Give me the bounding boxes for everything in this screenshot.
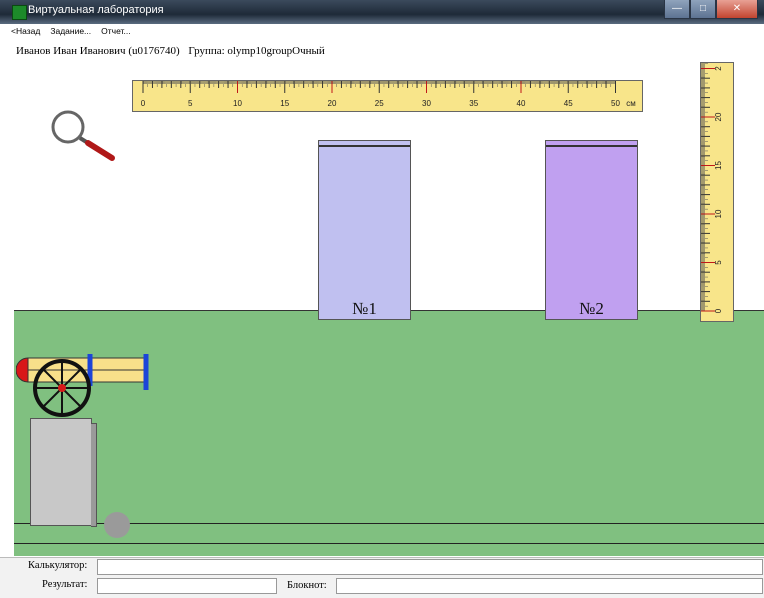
maximize-button[interactable]: □ [690, 0, 716, 19]
menu-bar: <Назад Задание... Отчет... [10, 26, 132, 42]
horizontal-ruler-unit: см [626, 99, 636, 108]
vertical-ruler-label: 2 [714, 66, 723, 71]
menu-task[interactable]: Задание... [49, 26, 92, 42]
horizontal-ruler-label: 5 [188, 99, 193, 108]
lab-scene: 0 5 10 15 20 25 30 35 40 45 50 см 0 5 10 15 20 2 №1 №2 [14, 62, 764, 557]
horizontal-ruler-label: 25 [375, 99, 384, 108]
user-name: Иванов Иван Иванович (u0176740) [16, 45, 180, 57]
result-field [97, 578, 277, 594]
cylinder-1[interactable]: №1 [318, 140, 411, 320]
cylinder-1-label: №1 [352, 299, 377, 318]
horizontal-ruler[interactable]: 0 5 10 15 20 25 30 35 40 45 50 см [132, 80, 643, 112]
cylinder-2-label: №2 [579, 299, 604, 318]
horizontal-ruler-label: 10 [233, 99, 242, 108]
cylinder-2[interactable]: №2 [545, 140, 638, 320]
horizontal-ruler-label: 35 [469, 99, 478, 108]
vertical-ruler[interactable]: 0 5 10 15 20 2 [700, 62, 734, 322]
vertical-ruler-label: 0 [714, 308, 723, 313]
calculator-label: Калькулятор: [28, 560, 88, 571]
horizontal-ruler-label: 50 [611, 99, 620, 108]
notepad-input[interactable] [336, 578, 763, 594]
menu-back[interactable]: <Назад [10, 26, 41, 42]
window-controls: — □ ✕ [664, 0, 758, 20]
cylinder-2-lip [546, 145, 637, 147]
horizontal-ruler-label: 30 [422, 99, 431, 108]
ball-icon[interactable] [104, 512, 130, 538]
vertical-ruler-label: 5 [714, 260, 723, 265]
user-info: Иванов Иван Иванович (u0176740) Группа: … [16, 45, 331, 57]
notepad-label: Блокнот: [287, 580, 327, 591]
horizontal-ruler-label: 0 [141, 99, 146, 108]
menu-report[interactable]: Отчет... [100, 26, 131, 42]
magnifier-icon[interactable] [50, 108, 132, 163]
app-icon [12, 5, 27, 20]
window-titlebar: Виртуальная лаборатория — □ ✕ [0, 0, 764, 24]
bottom-panel: Калькулятор: Результат: Блокнот: [0, 557, 764, 598]
vertical-ruler-label: 15 [714, 161, 723, 170]
vertical-ruler-label: 10 [714, 209, 723, 218]
horizontal-ruler-scale: 0 5 10 15 20 25 30 35 40 45 50 см [141, 81, 636, 108]
ground-line-bottom [14, 543, 764, 544]
user-group: Группа: olymp10groupОчный [188, 45, 325, 57]
vertical-ruler-scale: 0 5 10 15 20 2 [701, 63, 723, 313]
horizontal-ruler-label: 20 [328, 99, 337, 108]
cannon-stand [30, 418, 97, 527]
calculator-input[interactable] [97, 559, 763, 575]
cylinder-1-lip [319, 145, 410, 147]
horizontal-ruler-label: 45 [564, 99, 573, 108]
close-button[interactable]: ✕ [716, 0, 758, 19]
vertical-ruler-label: 20 [714, 112, 723, 121]
result-label: Результат: [42, 579, 88, 590]
window-title: Виртуальная лаборатория [28, 4, 164, 16]
horizontal-ruler-label: 40 [517, 99, 526, 108]
minimize-button[interactable]: — [664, 0, 690, 19]
cannon-icon[interactable] [16, 352, 156, 422]
horizontal-ruler-label: 15 [280, 99, 289, 108]
